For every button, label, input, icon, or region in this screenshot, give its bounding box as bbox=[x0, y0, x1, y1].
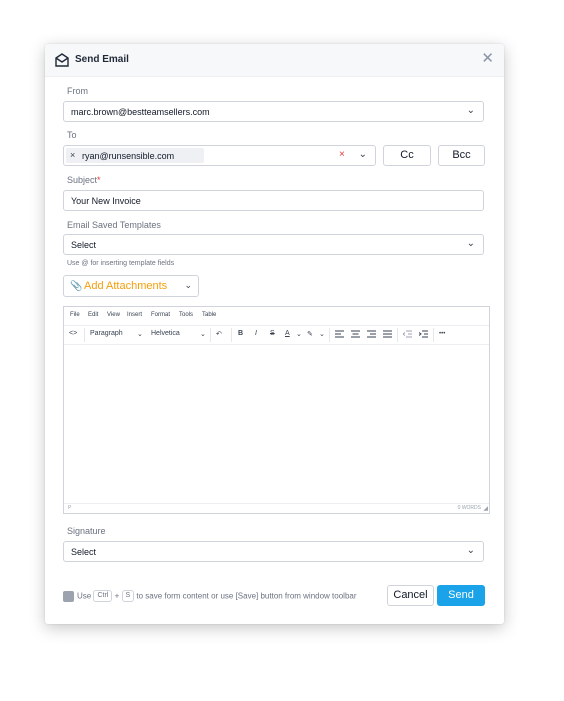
resize-handle-icon[interactable]: ◢ bbox=[483, 505, 488, 512]
remove-recipient-icon[interactable]: × bbox=[70, 150, 75, 160]
signature-value: Select bbox=[71, 547, 97, 557]
chevron-down-icon: ⌄ bbox=[466, 238, 475, 249]
recipient-chip: × ryan@runsensible.com bbox=[66, 148, 204, 163]
s-key: S bbox=[121, 590, 135, 602]
align-justify-icon[interactable] bbox=[383, 330, 392, 339]
toolbar-divider bbox=[329, 328, 330, 342]
align-left-icon[interactable] bbox=[335, 330, 344, 339]
paperclip-icon: 📎 bbox=[70, 281, 83, 292]
ctrl-key: Ctrl bbox=[93, 590, 113, 602]
menu-insert[interactable]: Insert bbox=[127, 312, 142, 318]
menu-file[interactable]: File bbox=[70, 312, 80, 318]
subject-value: Your New Invoice bbox=[71, 196, 141, 206]
editor-toolbar: <> Paragraph ⌄ Helvetica ⌄ ↶ B I S A ⌄ ✎… bbox=[64, 325, 489, 345]
indent-icon[interactable] bbox=[419, 330, 428, 339]
add-attachments-button[interactable]: 📎 Add Attachments ⌄ bbox=[63, 275, 199, 297]
font-family-select[interactable]: Helvetica bbox=[151, 330, 180, 337]
chevron-down-icon[interactable]: ⌄ bbox=[137, 330, 143, 338]
toolbar-divider bbox=[397, 328, 398, 342]
editor-statusbar: P 0 WORDS ◢ bbox=[64, 503, 489, 513]
recipient-email: ryan@runsensible.com bbox=[82, 151, 175, 161]
align-right-icon[interactable] bbox=[367, 330, 376, 339]
align-center-icon[interactable] bbox=[351, 330, 360, 339]
word-count: 0 WORDS bbox=[457, 505, 481, 511]
block-format-select[interactable]: Paragraph bbox=[90, 330, 123, 337]
template-hint: Use @ for inserting template fields bbox=[67, 260, 175, 267]
chevron-down-icon[interactable]: ⌄ bbox=[319, 330, 325, 338]
chevron-down-icon: ⌄ bbox=[466, 105, 475, 116]
to-label: To bbox=[67, 130, 77, 140]
templates-value: Select bbox=[71, 240, 97, 250]
signature-select[interactable]: Select ⌄ bbox=[63, 541, 484, 562]
send-email-dialog: Send Email ✕ From marc.brown@bestteamsel… bbox=[45, 44, 504, 624]
toolbar-divider bbox=[433, 328, 434, 342]
italic-icon[interactable]: I bbox=[255, 330, 257, 337]
bold-icon[interactable]: B bbox=[238, 330, 243, 337]
chevron-down-icon[interactable]: ⌄ bbox=[200, 330, 206, 338]
subject-label: Subject* bbox=[67, 175, 101, 185]
dialog-header: Send Email ✕ bbox=[45, 44, 504, 77]
bcc-button[interactable]: Bcc bbox=[438, 145, 485, 166]
send-button[interactable]: Send bbox=[437, 585, 485, 606]
info-square-icon bbox=[63, 590, 74, 602]
chevron-down-icon: ⌄ bbox=[466, 545, 475, 556]
chevron-down-icon[interactable]: ⌄ bbox=[296, 330, 302, 338]
source-code-icon[interactable]: <> bbox=[69, 330, 77, 337]
templates-select[interactable]: Select ⌄ bbox=[63, 234, 484, 255]
toolbar-divider bbox=[210, 328, 211, 342]
signature-label: Signature bbox=[67, 526, 106, 536]
from-select[interactable]: marc.brown@bestteamsellers.com ⌄ bbox=[63, 101, 484, 122]
from-value: marc.brown@bestteamsellers.com bbox=[71, 107, 210, 117]
editor-content-area[interactable] bbox=[64, 344, 489, 504]
subject-input[interactable]: Your New Invoice bbox=[63, 190, 484, 211]
templates-label: Email Saved Templates bbox=[67, 220, 161, 230]
menu-tools[interactable]: Tools bbox=[179, 312, 193, 318]
to-field[interactable]: × ryan@runsensible.com × ⌄ bbox=[63, 145, 376, 166]
clear-recipients-icon[interactable]: × bbox=[339, 149, 345, 160]
save-shortcut-hint: Use Ctrl + S to save form content or use… bbox=[63, 590, 357, 602]
from-label: From bbox=[67, 86, 88, 96]
email-body-editor: File Edit View Insert Format Tools Table… bbox=[63, 306, 490, 514]
highlight-color-icon[interactable]: ✎ bbox=[307, 330, 313, 338]
strikethrough-icon[interactable]: S bbox=[270, 330, 275, 337]
text-color-icon[interactable]: A bbox=[285, 330, 290, 337]
cc-button[interactable]: Cc bbox=[383, 145, 431, 166]
envelope-open-icon bbox=[55, 53, 69, 67]
cancel-button[interactable]: Cancel bbox=[387, 585, 434, 606]
more-options-icon[interactable]: ••• bbox=[439, 331, 445, 337]
toolbar-divider bbox=[84, 328, 85, 342]
chevron-down-icon[interactable]: ⌄ bbox=[359, 149, 367, 160]
chevron-down-icon: ⌄ bbox=[184, 280, 192, 290]
menu-format[interactable]: Format bbox=[151, 312, 170, 318]
required-mark: * bbox=[97, 175, 101, 185]
menu-view[interactable]: View bbox=[107, 312, 120, 318]
menu-table[interactable]: Table bbox=[202, 312, 216, 318]
toolbar-divider bbox=[231, 328, 232, 342]
close-icon[interactable]: ✕ bbox=[481, 51, 494, 67]
add-attachments-label: Add Attachments bbox=[84, 280, 168, 292]
undo-icon[interactable]: ↶ bbox=[216, 330, 222, 338]
dialog-title: Send Email bbox=[75, 54, 129, 65]
element-path: P bbox=[68, 505, 72, 511]
menu-edit[interactable]: Edit bbox=[88, 312, 98, 318]
outdent-icon[interactable] bbox=[403, 330, 412, 339]
editor-menubar: File Edit View Insert Format Tools Table bbox=[64, 307, 489, 325]
